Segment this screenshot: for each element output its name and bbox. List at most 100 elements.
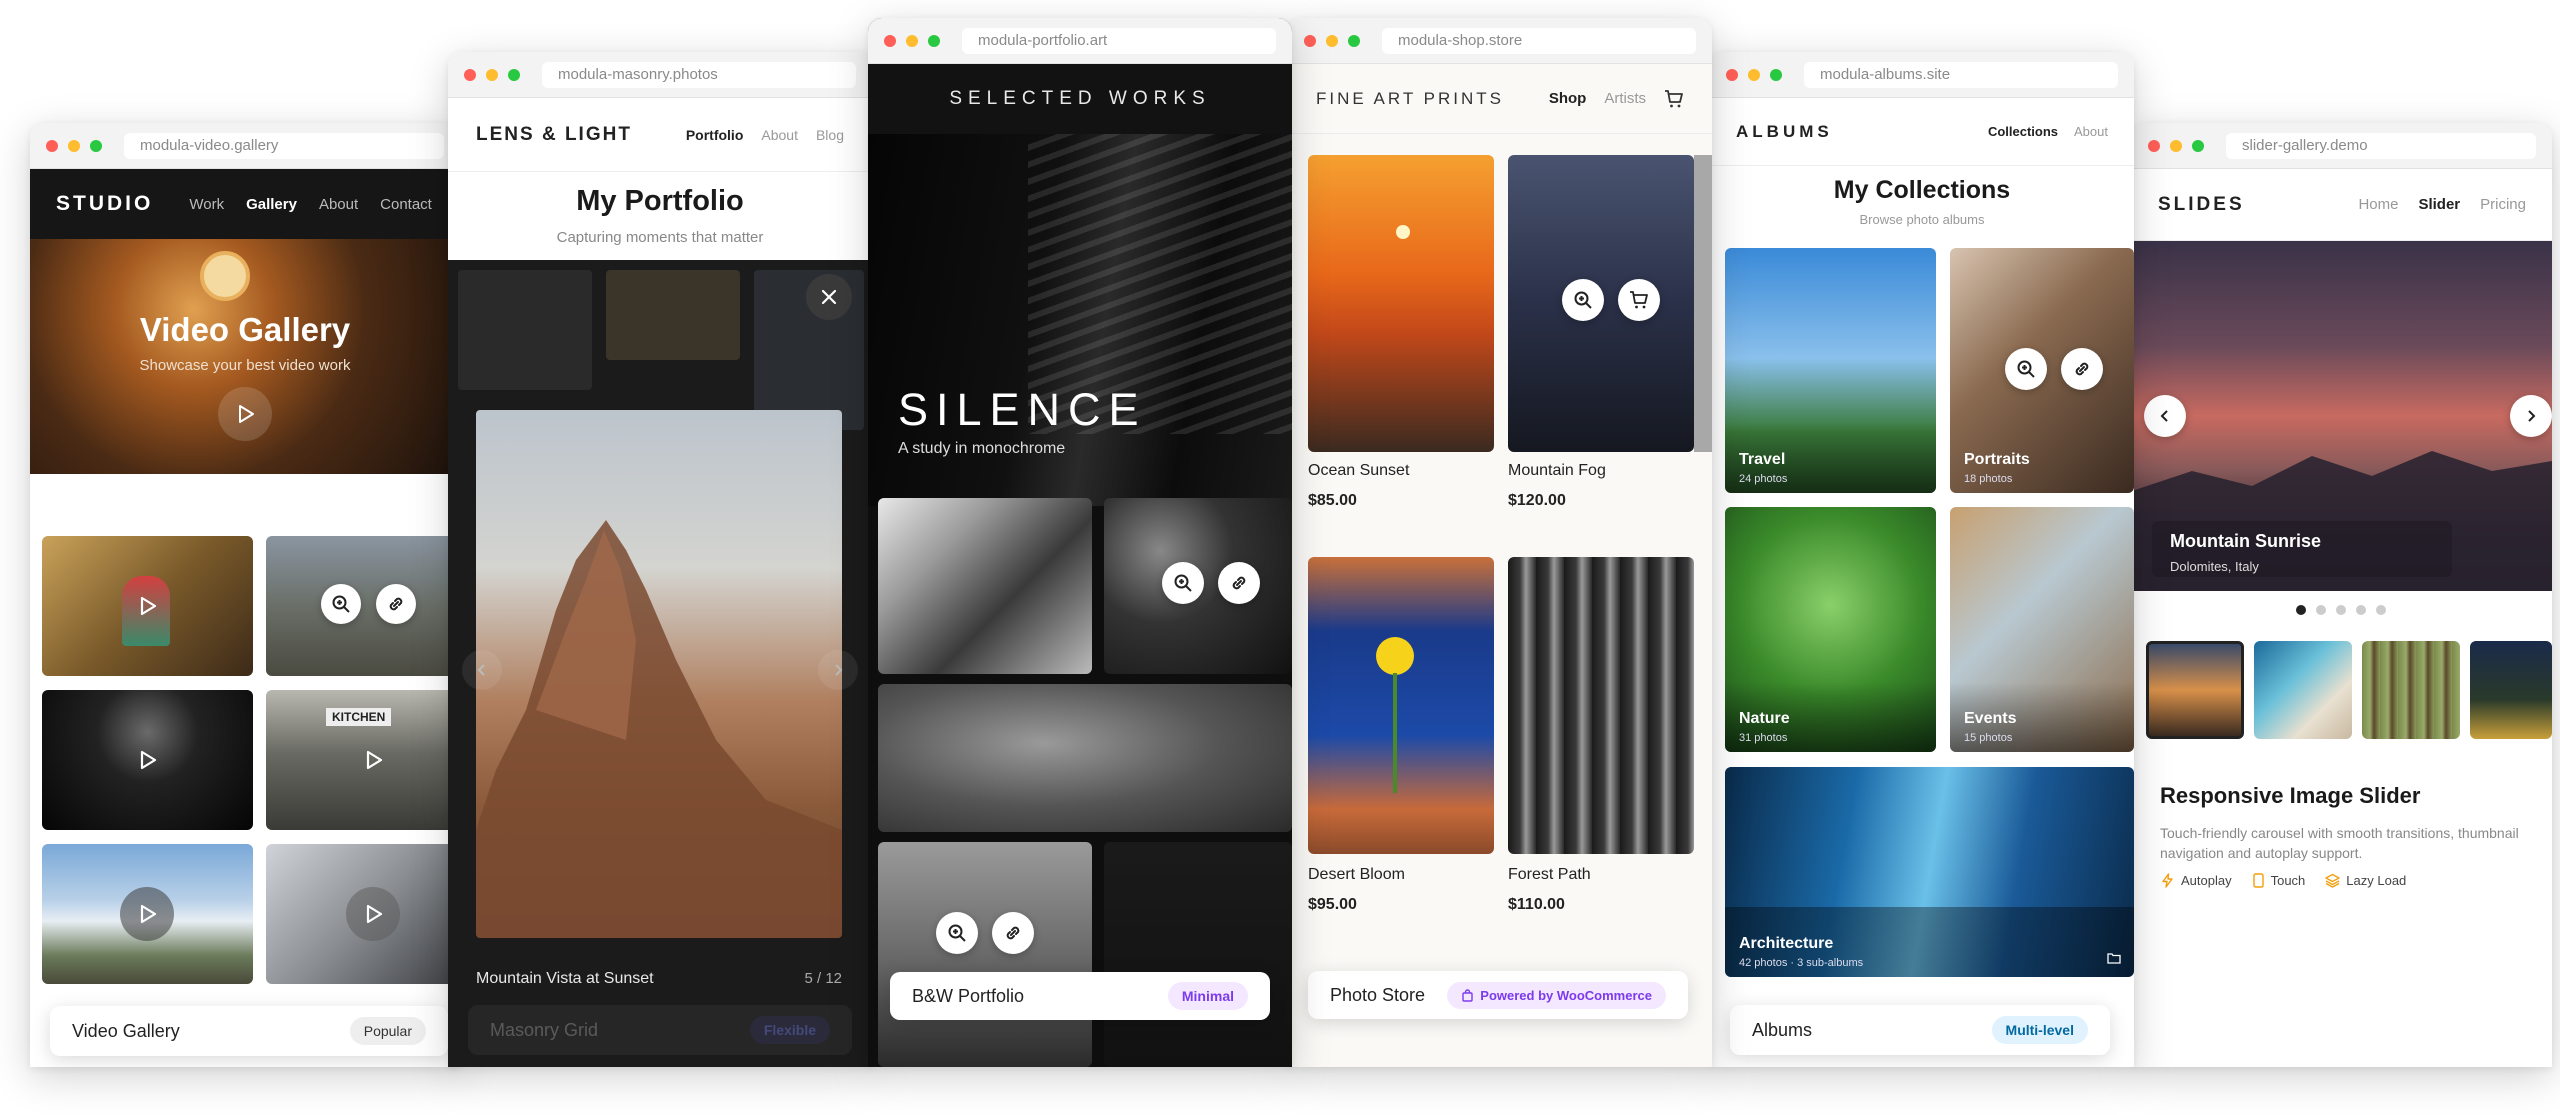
nav-slider[interactable]: Slider (2418, 196, 2460, 213)
maximize-dot[interactable] (508, 68, 520, 81)
maximize-dot[interactable] (2192, 139, 2204, 152)
product-name[interactable]: Mountain Fog (1508, 462, 1606, 480)
close-dot[interactable] (884, 34, 896, 47)
nav-about[interactable]: About (319, 196, 358, 213)
nav-about[interactable]: About (761, 127, 798, 143)
product-image-ocean-sunset[interactable] (1308, 155, 1494, 452)
nav-about[interactable]: About (2074, 124, 2108, 139)
bw-photo-1[interactable] (878, 498, 1092, 674)
nav-artists[interactable]: Artists (1604, 90, 1646, 107)
slider-prev-button[interactable] (2144, 395, 2186, 437)
nav-work[interactable]: Work (189, 196, 224, 213)
album-travel[interactable]: Travel 24 photos (1725, 248, 1936, 493)
minimize-dot[interactable] (2170, 139, 2182, 152)
bw-photo-5[interactable] (1104, 842, 1292, 1067)
minimize-dot[interactable] (906, 34, 918, 47)
video-thumb-4[interactable]: KITCHEN (266, 690, 460, 830)
dot-3[interactable] (2336, 605, 2346, 615)
dot-4[interactable] (2356, 605, 2366, 615)
play-button[interactable] (120, 887, 174, 941)
bw-photo-3[interactable] (878, 684, 1292, 832)
play-button[interactable] (120, 733, 174, 787)
slider-thumb-4[interactable] (2470, 641, 2552, 739)
brand-logo[interactable]: SLIDES (2158, 194, 2245, 216)
nav-contact[interactable]: Contact (380, 196, 432, 213)
nav-pricing[interactable]: Pricing (2480, 196, 2526, 213)
address-bar[interactable]: modula-video.gallery (124, 132, 444, 159)
album-events[interactable]: Events 15 photos (1950, 507, 2134, 752)
dot-2[interactable] (2316, 605, 2326, 615)
brand-logo[interactable]: STUDIO (56, 192, 153, 216)
video-thumb-5[interactable] (42, 844, 253, 984)
section-description: Touch-friendly carousel with smooth tran… (2160, 825, 2519, 861)
slider-thumb-2[interactable] (2254, 641, 2352, 739)
address-bar[interactable]: modula-masonry.photos (542, 61, 856, 88)
zoom-button[interactable] (321, 584, 361, 624)
close-dot[interactable] (1304, 34, 1316, 47)
maximize-dot[interactable] (90, 139, 102, 152)
nav-shop[interactable]: Shop (1549, 90, 1587, 107)
address-bar[interactable]: slider-gallery.demo (2226, 132, 2536, 159)
zoom-button[interactable] (936, 912, 978, 954)
link-button[interactable] (1218, 562, 1260, 604)
dot-5[interactable] (2376, 605, 2386, 615)
product-name[interactable]: Forest Path (1508, 866, 1591, 884)
nav-portfolio[interactable]: Portfolio (686, 127, 744, 143)
bw-photo-2[interactable] (1104, 498, 1292, 674)
video-thumb-3[interactable] (42, 690, 253, 830)
lightbox-close-button[interactable] (806, 274, 852, 320)
product-name[interactable]: Desert Bloom (1308, 866, 1405, 884)
address-bar[interactable]: modula-portfolio.art (962, 27, 1276, 54)
minimize-dot[interactable] (486, 68, 498, 81)
link-button[interactable] (992, 912, 1034, 954)
slider-next-button[interactable] (2510, 395, 2552, 437)
maximize-dot[interactable] (1770, 68, 1782, 81)
album-architecture[interactable]: Architecture 42 photos · 3 sub-albums (1725, 767, 2134, 977)
hero-play-button[interactable] (218, 387, 272, 441)
zoom-button[interactable] (1162, 562, 1204, 604)
minimize-dot[interactable] (1748, 68, 1760, 81)
maximize-dot[interactable] (928, 34, 940, 47)
video-thumb-1[interactable] (42, 536, 253, 676)
zoom-button[interactable] (1562, 279, 1604, 321)
brand-logo[interactable]: ALBUMS (1736, 122, 1833, 142)
album-nature[interactable]: Nature 31 photos (1725, 507, 1936, 752)
slider-thumb-1[interactable] (2146, 641, 2244, 739)
bw-photo-4[interactable] (878, 842, 1092, 1067)
zoom-button[interactable] (2005, 348, 2047, 390)
play-button[interactable] (346, 887, 400, 941)
close-dot[interactable] (1726, 68, 1738, 81)
next-slide-button[interactable] (818, 650, 858, 690)
product-image-desert-bloom[interactable] (1308, 557, 1494, 854)
brand-logo[interactable]: FINE ART PRINTS (1316, 89, 1504, 109)
play-button[interactable] (346, 733, 400, 787)
product-name[interactable]: Ocean Sunset (1308, 462, 1409, 480)
nav-home[interactable]: Home (2358, 196, 2398, 213)
prev-slide-button[interactable] (462, 650, 502, 690)
close-dot[interactable] (464, 68, 476, 81)
minimize-dot[interactable] (68, 139, 80, 152)
video-thumb-2[interactable] (266, 536, 460, 676)
minimize-dot[interactable] (1326, 34, 1338, 47)
cart-icon[interactable] (1664, 89, 1684, 109)
address-bar[interactable]: modula-albums.site (1804, 61, 2118, 88)
brand-logo[interactable]: LENS & LIGHT (476, 124, 632, 146)
close-dot[interactable] (46, 139, 58, 152)
album-portraits[interactable]: Portraits 18 photos (1950, 248, 2134, 493)
nav-gallery[interactable]: Gallery (246, 196, 297, 213)
close-dot[interactable] (2148, 139, 2160, 152)
product-image-mountain-fog[interactable] (1508, 155, 1694, 452)
nav-collections[interactable]: Collections (1988, 124, 2058, 139)
maximize-dot[interactable] (1348, 34, 1360, 47)
dot-1-active[interactable] (2296, 605, 2306, 615)
link-button[interactable] (2061, 348, 2103, 390)
video-thumb-6[interactable] (266, 844, 460, 984)
address-bar[interactable]: modula-shop.store (1382, 27, 1696, 54)
slider-thumb-3[interactable] (2362, 641, 2460, 739)
add-to-cart-button[interactable] (1618, 279, 1660, 321)
play-button[interactable] (120, 579, 174, 633)
link-button[interactable] (376, 584, 416, 624)
link-icon (1232, 576, 1246, 590)
nav-blog[interactable]: Blog (816, 127, 844, 143)
product-image-forest-path[interactable] (1508, 557, 1694, 854)
